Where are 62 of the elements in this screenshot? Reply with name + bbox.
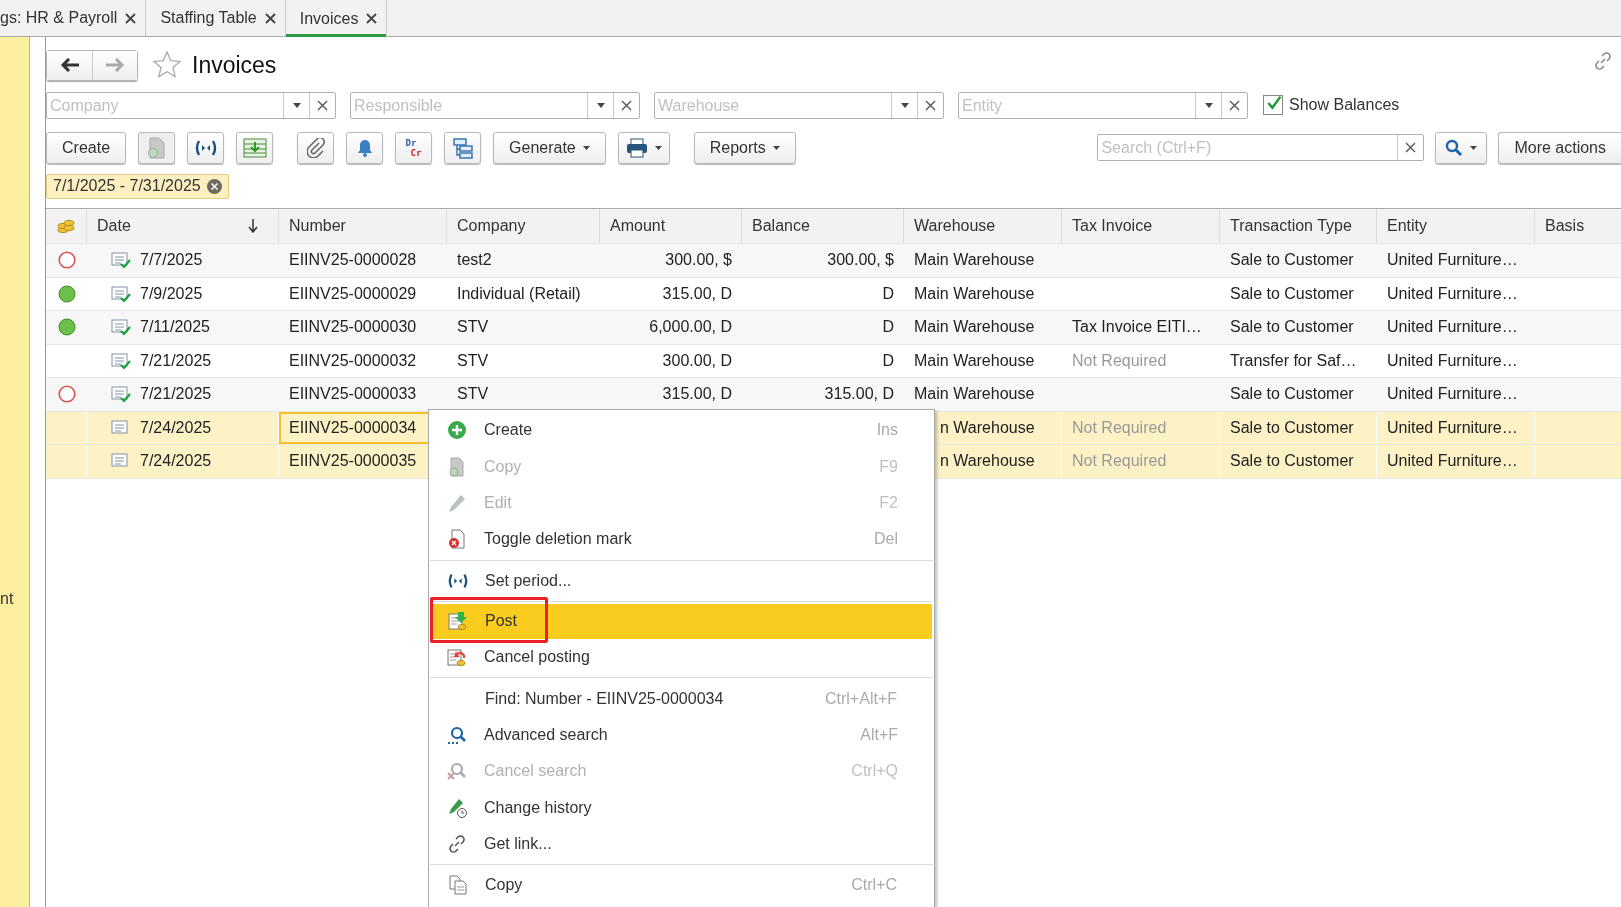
- cell-text: Not Required: [1072, 351, 1167, 370]
- cell-text: Sale to Customer: [1230, 318, 1354, 337]
- number-cell-text: EIINV25-0000033: [288, 384, 418, 405]
- shortcut-text: Ctrl+Alt+F: [825, 689, 897, 708]
- cell-text: Transfer for Saf…: [1230, 351, 1357, 370]
- date-text: 7/9/2025: [140, 284, 203, 303]
- cell-text: D: [882, 318, 894, 337]
- cell-text: United Furniture…: [1387, 351, 1518, 370]
- cell-text: Sale to Customer: [1230, 284, 1354, 303]
- date-text: 7/21/2025: [140, 351, 212, 370]
- date-text: 7/11/2025: [140, 318, 210, 337]
- shortcut-text: Ctrl+C: [851, 876, 897, 895]
- cell-text: Individual (Retail): [457, 284, 581, 303]
- shortcut-text: Del: [874, 530, 898, 549]
- number-cell-text: EIINV25-0000028: [288, 250, 418, 271]
- date-text: 7/21/2025: [140, 385, 212, 404]
- cell-text: 315.00, D: [824, 385, 894, 404]
- cell-text: STV: [457, 351, 489, 370]
- cell-text: Not Required: [1072, 418, 1167, 437]
- number-cell-text: EIINV25-0000029: [288, 283, 418, 304]
- cell-text: STV: [457, 385, 489, 404]
- shortcut-text: Alt+F: [860, 725, 898, 744]
- cell-text: Not Required: [1072, 452, 1167, 471]
- cell-text: n Warehouse: [940, 418, 1035, 437]
- shortcut-text: Ins: [876, 421, 898, 440]
- cell-text: United Furniture…: [1387, 251, 1518, 270]
- number-cell-text: EIINV25-0000030: [288, 317, 418, 338]
- date-text: 7/24/2025: [140, 418, 212, 437]
- page-title: Invoices: [192, 51, 277, 79]
- cell-text: United Furniture…: [1387, 284, 1518, 303]
- cell-text: Sale to Customer: [1230, 452, 1354, 471]
- cell-text: Main Warehouse: [914, 284, 1035, 303]
- cell-text: United Furniture…: [1387, 318, 1518, 337]
- cell-text: Main Warehouse: [914, 385, 1035, 404]
- cell-text: 6,000.00, D: [649, 318, 732, 337]
- cell-text: D: [882, 284, 894, 303]
- cell-text: STV: [457, 318, 489, 337]
- cell-text: n Warehouse: [940, 452, 1035, 471]
- date-text: 7/24/2025: [140, 452, 212, 471]
- cell-text: 315.00, D: [662, 284, 732, 303]
- date-text: 7/7/2025: [140, 251, 203, 270]
- cell-text: United Furniture…: [1387, 385, 1518, 404]
- cell-text: test2: [457, 251, 492, 270]
- cell-text: Sale to Customer: [1230, 418, 1354, 437]
- shortcut-text: F2: [879, 493, 898, 512]
- cell-text: 300.00, $: [827, 251, 894, 270]
- checkbox-label: Show Balances: [1289, 96, 1400, 114]
- shortcut-text: Ctrl+Q: [851, 762, 898, 781]
- cell-text: Main Warehouse: [914, 351, 1035, 370]
- cell-text: 300.00, $: [665, 251, 732, 270]
- cell-text: 300.00, D: [662, 351, 732, 370]
- cell-text: 315.00, D: [662, 385, 732, 404]
- number-cell-text: EIINV25-0000032: [288, 350, 418, 371]
- cell-text: Sale to Customer: [1230, 385, 1354, 404]
- shortcut-text: F9: [879, 457, 898, 476]
- cell-text: Sale to Customer: [1230, 251, 1354, 270]
- cell-text: Main Warehouse: [914, 251, 1035, 270]
- cell-text: United Furniture…: [1387, 452, 1518, 471]
- cell-text: D: [882, 351, 894, 370]
- cell-text: Main Warehouse: [914, 318, 1035, 337]
- cell-text: United Furniture…: [1387, 418, 1518, 437]
- cell-text: Tax Invoice EITI…: [1072, 318, 1202, 337]
